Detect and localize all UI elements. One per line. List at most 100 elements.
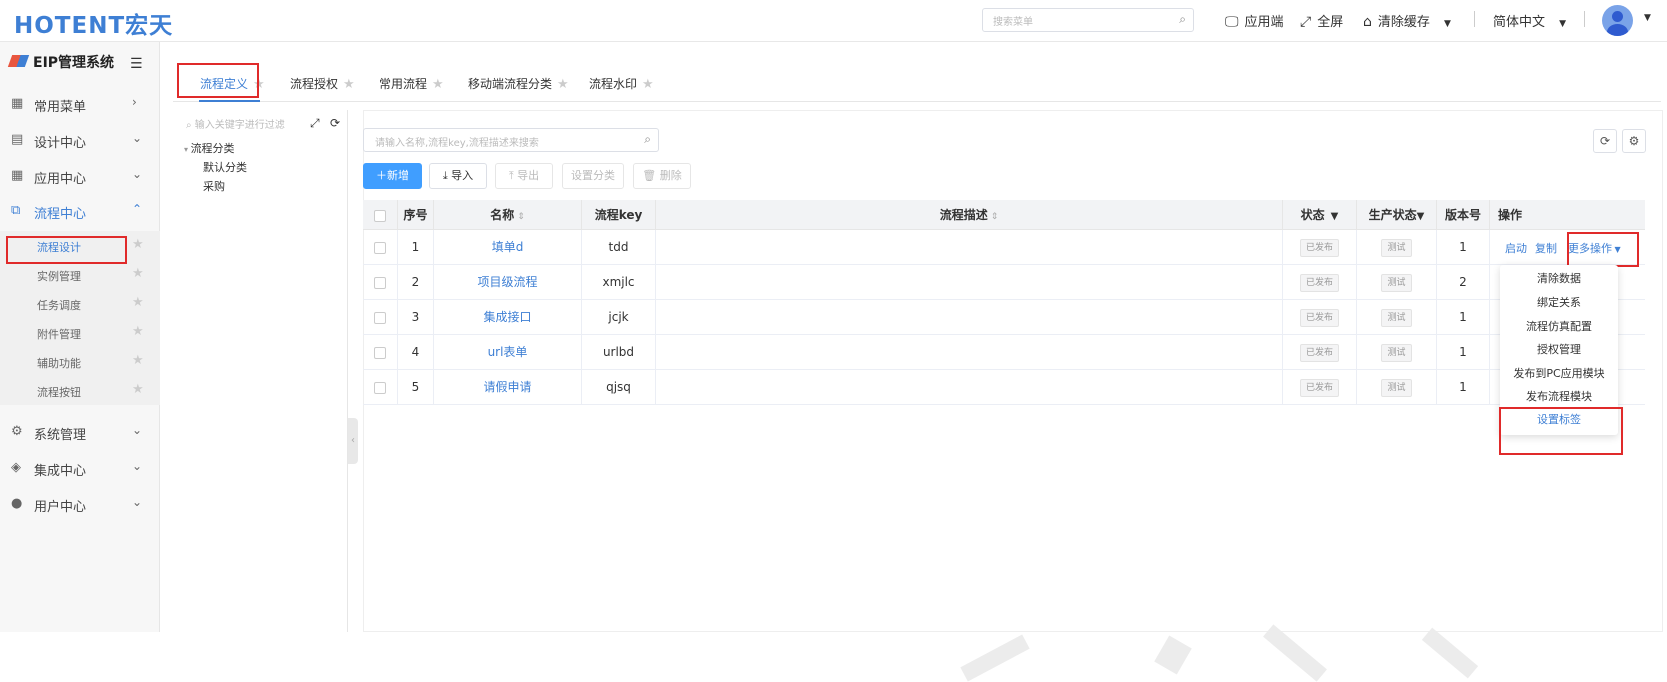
submenu-aux-functions[interactable]: 辅助功能 ★ bbox=[0, 347, 160, 376]
row-name-link[interactable]: 请假申请 bbox=[434, 370, 582, 405]
refresh-icon: ⟳ bbox=[1599, 134, 1611, 148]
chevron-right-icon: › bbox=[132, 95, 137, 109]
import-button[interactable]: ⤓ 导入 bbox=[429, 163, 487, 189]
tab-flow-definition[interactable]: 流程定义 ★ bbox=[200, 75, 265, 92]
col-index: 序号 bbox=[398, 200, 434, 230]
star-icon[interactable]: ★ bbox=[132, 295, 144, 310]
col-desc[interactable]: 流程描述 ⇕ bbox=[656, 200, 1283, 230]
submenu-instance-mgmt[interactable]: 实例管理 ★ bbox=[0, 260, 160, 289]
menu-item-bind-relation[interactable]: 绑定关系 bbox=[1500, 291, 1618, 315]
tree-node-purchase[interactable]: 采购 bbox=[203, 178, 225, 194]
submenu-attachment-mgmt[interactable]: 附件管理 ★ bbox=[0, 318, 160, 347]
star-icon[interactable]: ★ bbox=[557, 77, 569, 92]
sidebar-menu-flow[interactable]: ⧉ 流程中心 ⌃ bbox=[0, 194, 160, 230]
row-name-link[interactable]: url表单 bbox=[434, 335, 582, 370]
search-icon: ⌕ bbox=[644, 132, 651, 146]
tree-node-default[interactable]: 默认分类 bbox=[203, 159, 247, 175]
col-status[interactable]: 状态 ▼ bbox=[1283, 200, 1357, 230]
star-icon[interactable]: ★ bbox=[132, 324, 144, 339]
delete-button[interactable]: 🗑 删除 bbox=[633, 163, 691, 189]
user-avatar[interactable] bbox=[1602, 5, 1633, 36]
set-category-button[interactable]: 设置分类 bbox=[562, 163, 624, 189]
status-badge: 已发布 bbox=[1299, 238, 1339, 257]
row-name-link[interactable]: 项目级流程 bbox=[434, 265, 582, 300]
app-end-label: 应用端 bbox=[1244, 15, 1284, 30]
sidebar-menu-design[interactable]: ▤ 设计中心 ⌄ bbox=[0, 123, 160, 159]
filter-icon[interactable]: ▼ bbox=[1417, 211, 1425, 222]
tree-filter-input[interactable]: ⌕ 输入关键字进行过滤 bbox=[186, 116, 285, 131]
monitor-icon: 🖵 bbox=[1225, 14, 1239, 30]
star-icon[interactable]: ★ bbox=[132, 237, 144, 252]
status-badge: 测试 bbox=[1381, 308, 1412, 327]
menu-item-simulation-config[interactable]: 流程仿真配置 bbox=[1500, 315, 1618, 339]
tab-common-flow[interactable]: 常用流程 ★ bbox=[379, 75, 444, 92]
row-checkbox[interactable] bbox=[363, 300, 398, 335]
row-key: qjsq bbox=[582, 370, 656, 405]
start-link[interactable]: 启动 bbox=[1505, 240, 1527, 256]
fullscreen-button[interactable]: ⤢ 全屏 bbox=[1300, 11, 1343, 30]
row-checkbox[interactable] bbox=[363, 370, 398, 405]
collapse-menu-icon[interactable]: ☰ bbox=[130, 56, 143, 72]
clear-cache-button[interactable]: ⌂ 清除缓存 ▼ bbox=[1363, 11, 1451, 30]
row-name-link[interactable]: 集成接口 bbox=[434, 300, 582, 335]
tab-mobile-flow-category[interactable]: 移动端流程分类 ★ bbox=[468, 75, 569, 92]
filter-icon[interactable]: ▼ bbox=[1331, 211, 1339, 222]
more-actions-link[interactable]: 更多操作 ▼ bbox=[1568, 240, 1621, 256]
page-footer-area bbox=[0, 632, 1667, 671]
panel-collapse-handle[interactable]: ‹ bbox=[348, 418, 358, 464]
copy-link[interactable]: 复制 bbox=[1535, 240, 1557, 256]
menu-search-input[interactable]: 搜索菜单 ⌕ bbox=[982, 8, 1194, 32]
sidebar-menu-integration[interactable]: ◈ 集成中心 ⌄ bbox=[0, 451, 160, 487]
status-badge: 测试 bbox=[1381, 273, 1412, 292]
row-checkbox[interactable] bbox=[363, 335, 398, 370]
export-button[interactable]: ⤒ 导出 bbox=[495, 163, 553, 189]
more-actions-dropdown: 清除数据 绑定关系 流程仿真配置 授权管理 发布到PC应用模块 发布流程模块 设… bbox=[1500, 265, 1618, 435]
row-desc bbox=[656, 335, 1283, 370]
refresh-button[interactable]: ⟳ bbox=[1593, 129, 1617, 153]
sidebar-menu-apps[interactable]: ▦ 应用中心 ⌄ bbox=[0, 159, 160, 195]
menu-item-clear-data[interactable]: 清除数据 bbox=[1500, 267, 1618, 291]
star-icon[interactable]: ★ bbox=[132, 382, 144, 397]
expand-icon[interactable]: ⤢ bbox=[310, 116, 320, 131]
chevron-down-icon: ⌄ bbox=[132, 495, 143, 509]
star-icon[interactable]: ★ bbox=[642, 77, 654, 92]
row-checkbox[interactable] bbox=[363, 265, 398, 300]
star-icon[interactable]: ★ bbox=[132, 266, 144, 281]
add-button[interactable]: ＋新增 bbox=[363, 163, 422, 189]
sort-icon: ⇕ bbox=[517, 212, 525, 222]
row-key: jcjk bbox=[582, 300, 656, 335]
app-end-button[interactable]: 🖵 应用端 bbox=[1225, 11, 1284, 30]
row-status: 已发布 bbox=[1283, 300, 1357, 335]
tab-flow-auth[interactable]: 流程授权 ★ bbox=[290, 75, 355, 92]
refresh-icon[interactable]: ⟳ bbox=[330, 116, 340, 130]
star-icon[interactable]: ★ bbox=[132, 353, 144, 368]
col-name[interactable]: 名称 ⇕ bbox=[434, 200, 582, 230]
select-all-checkbox[interactable] bbox=[363, 200, 398, 230]
flow-search-input[interactable]: 请输入名称,流程key,流程描述来搜索 ⌕ bbox=[363, 128, 659, 152]
submenu-flow-buttons[interactable]: 流程按钮 ★ bbox=[0, 376, 160, 405]
tree-node-root[interactable]: ▾ 流程分类 bbox=[184, 140, 235, 156]
row-key: urlbd bbox=[582, 335, 656, 370]
col-prod-status[interactable]: 生产状态▼ bbox=[1357, 200, 1437, 230]
menu-item-publish-flow-module[interactable]: 发布流程模块 bbox=[1500, 385, 1618, 409]
menu-item-publish-pc[interactable]: 发布到PC应用模块 bbox=[1500, 362, 1618, 386]
row-status: 已发布 bbox=[1283, 370, 1357, 405]
star-icon[interactable]: ★ bbox=[343, 77, 355, 92]
row-checkbox[interactable] bbox=[363, 230, 398, 265]
row-name-link[interactable]: 填单d bbox=[434, 230, 582, 265]
submenu-flow-design[interactable]: 流程设计 ★ bbox=[0, 231, 160, 260]
menu-item-auth-mgmt[interactable]: 授权管理 bbox=[1500, 338, 1618, 362]
menu-item-set-label[interactable]: 设置标签 bbox=[1500, 408, 1618, 432]
settings-button[interactable]: ⚙ bbox=[1622, 129, 1646, 153]
sidebar-menu-user[interactable]: ● 用户中心 ⌄ bbox=[0, 487, 160, 523]
sidebar-menu-system[interactable]: ⚙ 系统管理 ⌄ bbox=[0, 415, 160, 451]
tab-flow-watermark[interactable]: 流程水印 ★ bbox=[589, 75, 654, 92]
star-icon[interactable]: ★ bbox=[253, 77, 265, 92]
header-divider bbox=[1584, 11, 1585, 27]
submenu-task-schedule[interactable]: 任务调度 ★ bbox=[0, 289, 160, 318]
star-icon[interactable]: ★ bbox=[432, 77, 444, 92]
language-select[interactable]: 简体中文 ▼ bbox=[1493, 11, 1566, 30]
avatar-caret-down-icon[interactable]: ▼ bbox=[1644, 13, 1651, 23]
sidebar-menu-common[interactable]: ▦ 常用菜单 › bbox=[0, 87, 160, 123]
table-row: 1 填单d tdd 已发布 测试 1 bbox=[363, 230, 1645, 265]
